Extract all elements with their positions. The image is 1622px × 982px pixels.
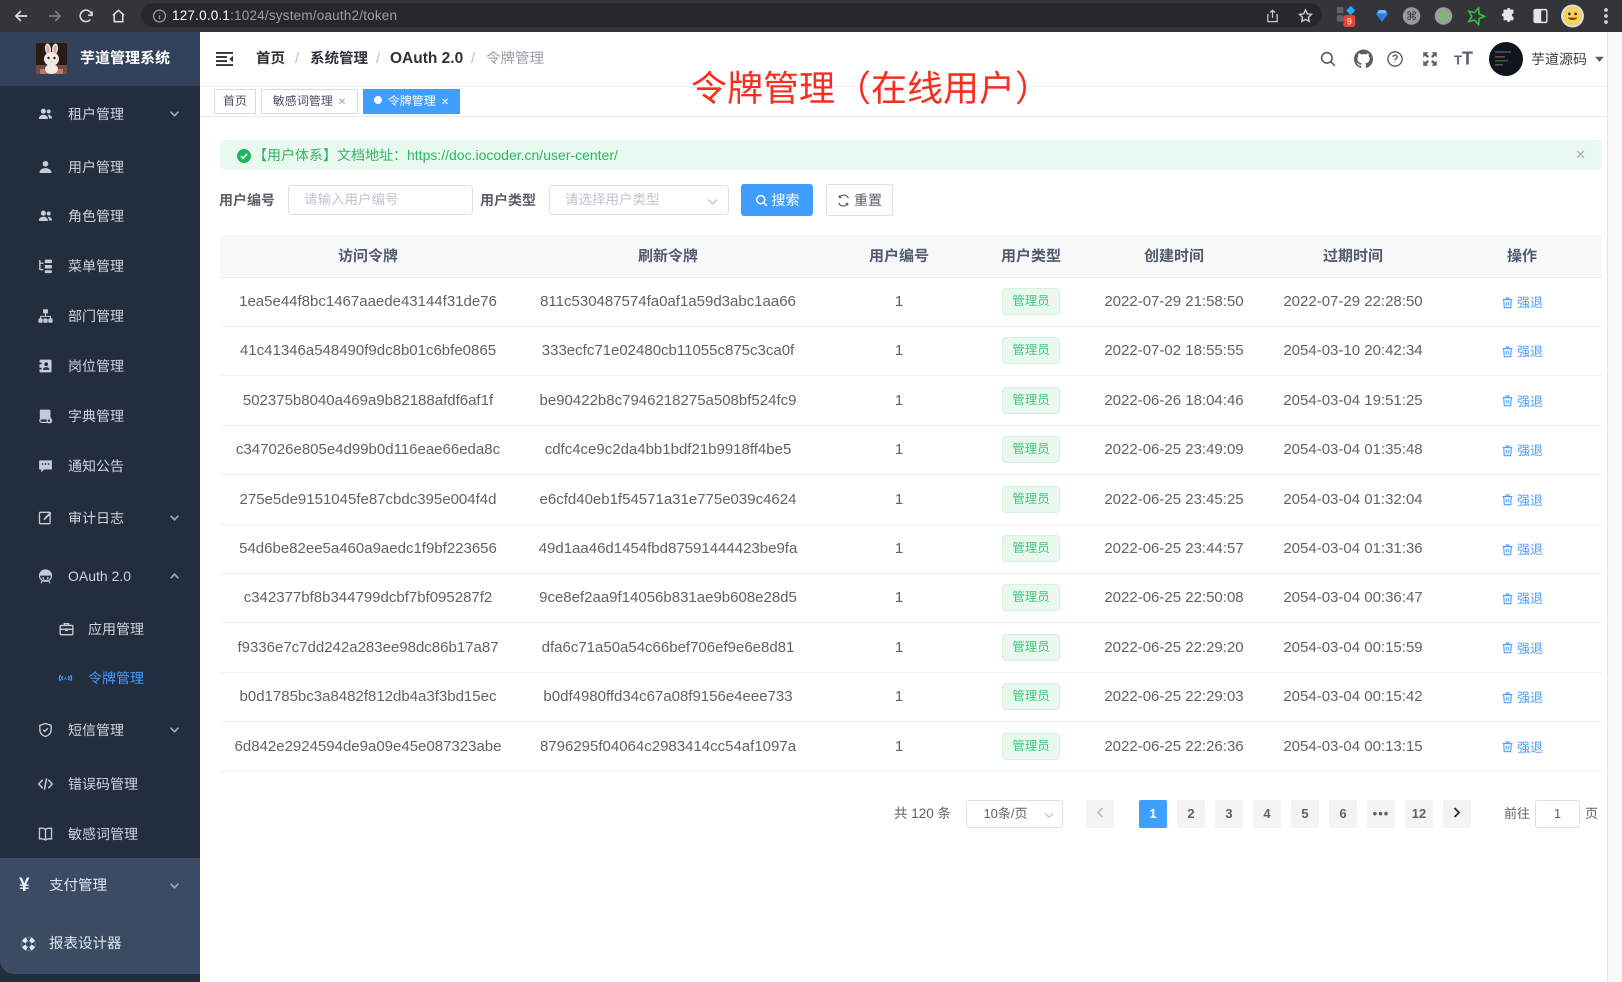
- svg-text:⌘: ⌘: [1405, 11, 1416, 23]
- svg-text:9: 9: [1347, 17, 1352, 27]
